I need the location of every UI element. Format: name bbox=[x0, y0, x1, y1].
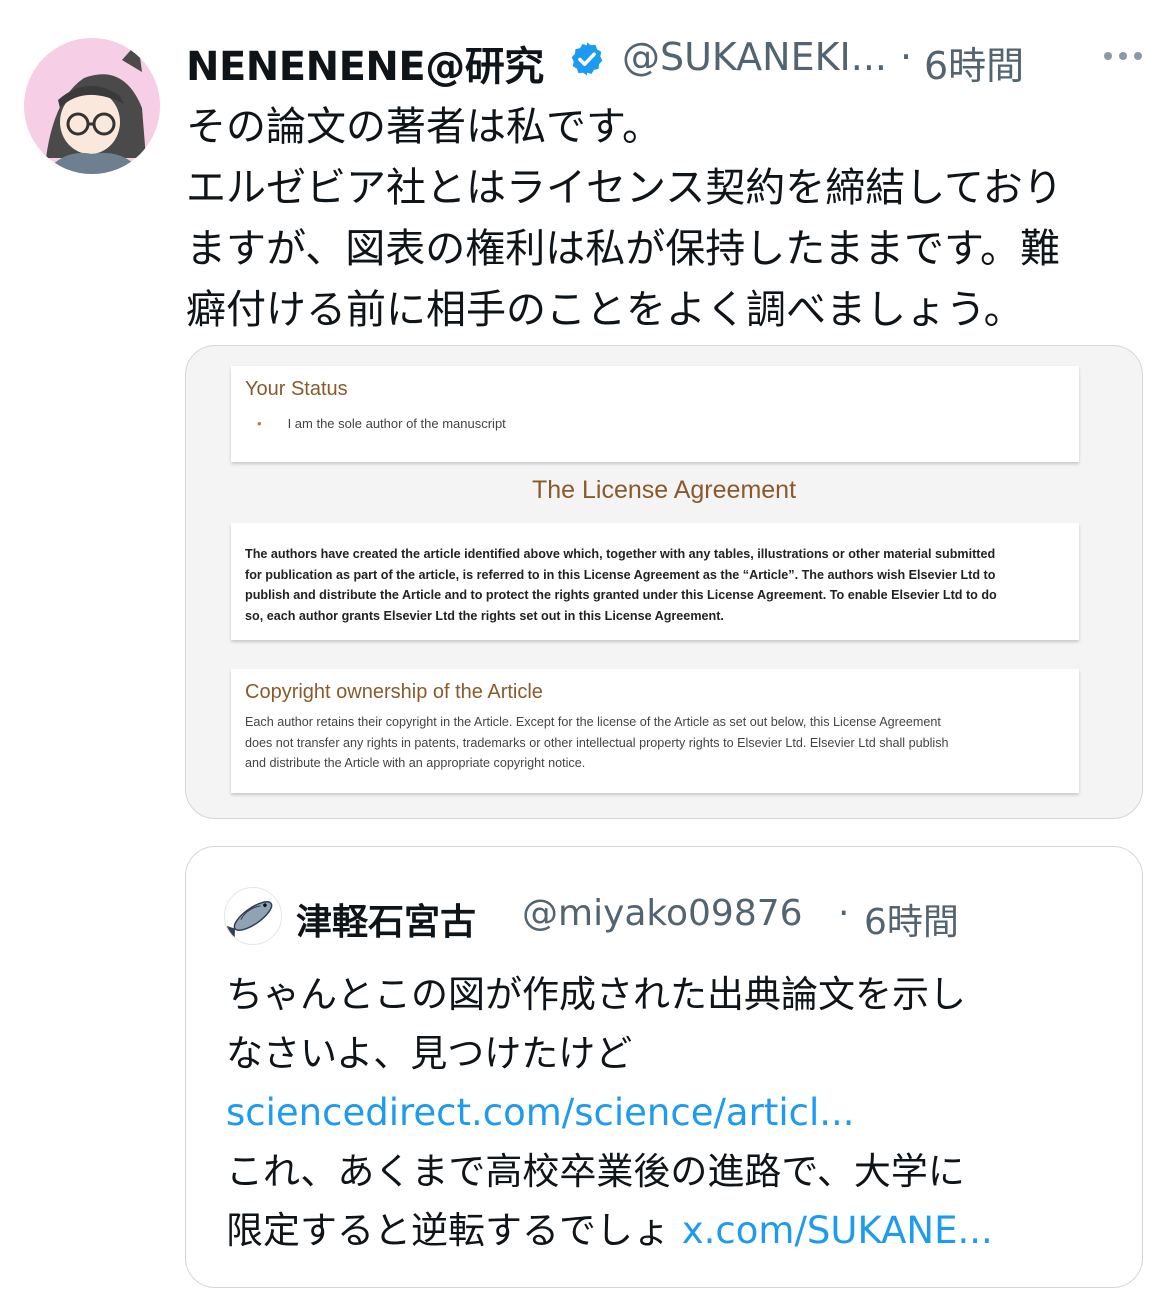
copyright-heading: Copyright ownership of the Article bbox=[245, 681, 543, 703]
license-line: for publication as part of the article, … bbox=[245, 567, 996, 582]
quoted-tweet-text: ちゃんとこの図が作成された出典論文を示し なさいよ、見つけたけど science… bbox=[226, 965, 1126, 1260]
copyright-line: does not transfer any rights in patents,… bbox=[245, 735, 949, 750]
tweet-text-line: ますが、図表の権利は私が保持したままです。難 bbox=[186, 226, 1060, 272]
author-handle[interactable]: @SUKANEKI... bbox=[622, 35, 887, 79]
copyright-card: Copyright ownership of the Article Each … bbox=[231, 669, 1079, 793]
license-title: The License Agreement bbox=[531, 476, 797, 504]
tweet-header: NENENENE@研究 @SUKANEKI... · 6時間 bbox=[186, 30, 1146, 90]
quoted-text-line: 限定すると逆転するでしょ bbox=[226, 1209, 670, 1252]
status-card: Your Status • I am the sole author of the… bbox=[231, 366, 1079, 462]
x-com-link[interactable]: x.com/SUKANE... bbox=[682, 1209, 993, 1252]
license-line: publish and distribute the Article and t… bbox=[245, 588, 997, 603]
tweet-text-line: 癖付ける前に相手のことをよく調べましょう。 bbox=[186, 287, 1024, 333]
tweet-text-line: エルゼビア社とはライセンス契約を締結しており bbox=[186, 165, 1063, 211]
quoted-text-line: なさいよ、見つけたけど bbox=[226, 1032, 633, 1075]
quoted-text-line: これ、あくまで高校卒業後の進路で、大学に bbox=[226, 1150, 965, 1193]
quoted-separator: · bbox=[838, 893, 850, 934]
license-paragraph: The authors have created the article ide… bbox=[245, 544, 1065, 626]
avatar-illustration-icon bbox=[24, 38, 160, 174]
author-avatar[interactable] bbox=[24, 38, 160, 174]
status-heading: Your Status bbox=[245, 378, 348, 400]
license-card: The authors have created the article ide… bbox=[231, 523, 1079, 640]
attached-image[interactable]: Your Status • I am the sole author of the… bbox=[185, 345, 1143, 819]
verified-badge-icon[interactable] bbox=[568, 40, 606, 78]
author-display-name[interactable]: NENENENE@研究 bbox=[186, 34, 544, 92]
quoted-display-name: 津軽石宮古 bbox=[296, 902, 477, 943]
quoted-timestamp: 6時間 bbox=[864, 902, 959, 943]
copyright-line: Each author retains their copyright in t… bbox=[245, 715, 941, 729]
bullet-icon: • bbox=[257, 416, 262, 431]
sciencedirect-link[interactable]: sciencedirect.com/science/articl... bbox=[226, 1091, 855, 1134]
fish-icon bbox=[225, 901, 273, 939]
license-line: so, each author grants Elsevier Ltd the … bbox=[245, 608, 724, 623]
quoted-tweet[interactable]: 津軽石宮古 @miyako09876 · 6時間 ちゃんとこの図が作成された出典… bbox=[185, 846, 1143, 1288]
status-item-text: I am the sole author of the manuscript bbox=[287, 416, 506, 431]
header-separator: · bbox=[900, 35, 913, 79]
quoted-handle: @miyako09876 bbox=[522, 893, 803, 934]
tweet-text-line: その論文の著者は私です。 bbox=[186, 104, 662, 150]
license-line: The authors have created the article ide… bbox=[245, 547, 996, 561]
more-options-icon[interactable] bbox=[1100, 32, 1146, 76]
status-item: • I am the sole author of the manuscript bbox=[257, 416, 506, 431]
tweet-text: その論文の著者は私です。 エルゼビア社とはライセンス契約を締結しており ますが、… bbox=[186, 97, 1146, 341]
quoted-text-line: ちゃんとこの図が作成された出典論文を示し bbox=[226, 973, 966, 1016]
tweet-timestamp[interactable]: 6時間 bbox=[924, 35, 1024, 90]
copyright-line: and distribute the Article with an appro… bbox=[245, 756, 586, 771]
quoted-author-avatar[interactable] bbox=[224, 887, 282, 945]
copyright-paragraph: Each author retains their copyright in t… bbox=[245, 712, 1065, 774]
